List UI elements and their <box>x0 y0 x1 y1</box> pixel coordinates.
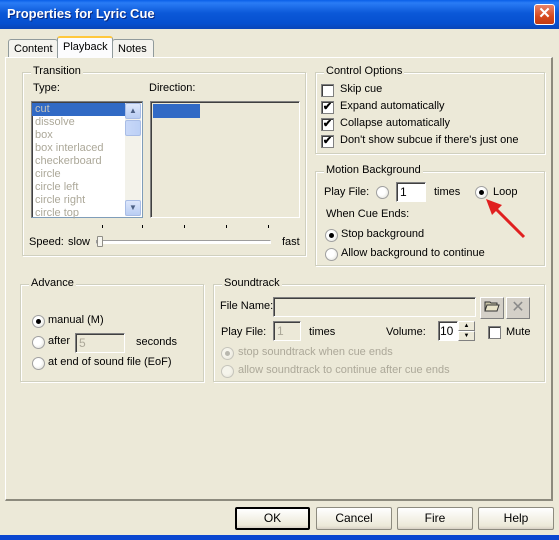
file-name-field[interactable] <box>273 297 476 317</box>
allow-soundtrack-label: allow soundtrack to continue after cue e… <box>238 364 450 376</box>
type-list-scrollbar[interactable]: ▲ ▼ <box>125 103 141 216</box>
cancel-button[interactable]: Cancel <box>316 507 392 530</box>
scroll-thumb[interactable] <box>125 120 141 136</box>
speed-slider-thumb[interactable] <box>97 236 103 247</box>
after-radio[interactable] <box>32 336 45 349</box>
times-field[interactable]: 1 <box>396 182 426 202</box>
scroll-down-button[interactable]: ▼ <box>125 200 141 216</box>
allow-background-label: Allow background to continue <box>341 247 485 259</box>
tab-label: Content <box>14 43 53 55</box>
play-file-label: Play File: <box>324 186 370 198</box>
scroll-up-button[interactable]: ▲ <box>125 103 141 119</box>
speed-tick <box>184 225 185 228</box>
times-label: times <box>434 186 461 198</box>
speed-tick <box>142 225 143 228</box>
dont-show-subcue-checkbox[interactable]: ✔ <box>321 135 334 148</box>
motion-background-title: Motion Background <box>324 164 423 176</box>
help-button[interactable]: Help <box>478 507 554 530</box>
end-of-sound-file-radio[interactable] <box>32 357 45 370</box>
type-label: Type: <box>33 82 60 94</box>
mute-checkbox[interactable] <box>488 326 501 339</box>
seconds-field[interactable]: 5 <box>75 333 125 353</box>
ok-button[interactable]: OK <box>235 507 310 530</box>
volume-field[interactable]: 10 <box>438 321 458 341</box>
transition-title: Transition <box>31 65 83 77</box>
speed-tick <box>226 225 227 228</box>
soundtrack-times-label: times <box>309 326 336 338</box>
close-icon: ✕ <box>538 5 551 22</box>
skip-cue-checkbox[interactable] <box>321 84 334 97</box>
advance-title: Advance <box>29 277 76 289</box>
tab-playback[interactable]: Playback <box>57 36 113 58</box>
annotation-arrow-icon <box>486 199 526 239</box>
play-times-radio[interactable] <box>376 186 389 199</box>
skip-cue-label: Skip cue <box>340 83 383 95</box>
mute-label: Mute <box>506 326 531 338</box>
end-of-sound-file-label: at end of sound file (EoF) <box>48 356 172 368</box>
stop-soundtrack-label: stop soundtrack when cue ends <box>238 346 393 358</box>
speed-slow-label: slow <box>68 236 91 248</box>
stop-background-radio[interactable] <box>325 229 338 242</box>
clear-file-button[interactable]: ✕ <box>506 297 530 319</box>
window-title: Properties for Lyric Cue <box>7 6 155 21</box>
after-label: after <box>48 335 71 347</box>
control-options-title: Control Options <box>324 65 405 77</box>
collapse-automatically-label: Collapse automatically <box>340 117 451 129</box>
volume-up-button[interactable]: ▲ <box>458 321 475 331</box>
speed-tick <box>102 225 103 228</box>
speed-slider[interactable] <box>96 240 271 244</box>
dont-show-subcue-label: Don't show subcue if there's just one <box>340 134 519 146</box>
collapse-automatically-checkbox[interactable]: ✔ <box>321 118 334 131</box>
expand-automatically-label: Expand automatically <box>340 100 445 112</box>
soundtrack-play-file-label: Play File: <box>221 326 267 338</box>
tab-label: Notes <box>118 43 147 55</box>
clear-icon: ✕ <box>511 299 525 316</box>
soundtrack-title: Soundtrack <box>222 277 282 289</box>
volume-down-button[interactable]: ▼ <box>458 331 475 341</box>
stop-soundtrack-radio[interactable] <box>221 347 234 360</box>
tab-notes[interactable]: Notes <box>112 39 154 59</box>
seconds-label: seconds <box>136 336 177 348</box>
speed-tick <box>268 225 269 228</box>
soundtrack-times-field[interactable]: 1 <box>273 321 301 341</box>
when-cue-ends-label: When Cue Ends: <box>326 208 410 220</box>
expand-automatically-checkbox[interactable]: ✔ <box>321 101 334 114</box>
manual-radio[interactable] <box>32 315 45 328</box>
speed-label: Speed: <box>29 236 64 248</box>
chevron-down-icon: ▼ <box>129 203 137 212</box>
open-file-button[interactable] <box>480 297 504 319</box>
tab-content[interactable]: Content <box>8 39 58 59</box>
chevron-up-icon: ▲ <box>129 106 137 115</box>
speed-fast-label: fast <box>282 236 300 248</box>
close-button[interactable]: ✕ <box>534 4 555 25</box>
volume-spinner[interactable]: ▲ ▼ <box>458 321 475 341</box>
file-name-label: File Name: <box>220 300 274 312</box>
list-item[interactable]: cut <box>32 103 125 116</box>
title-bar[interactable]: Properties for Lyric Cue ✕ <box>0 0 559 29</box>
direction-label: Direction: <box>149 82 196 94</box>
manual-label: manual (M) <box>48 314 104 326</box>
allow-soundtrack-radio[interactable] <box>221 365 234 378</box>
tab-label: Playback <box>63 41 108 53</box>
transition-type-list[interactable]: cut dissolve box box interlaced checkerb… <box>31 101 143 219</box>
window-bottom-border <box>0 535 559 540</box>
allow-background-radio[interactable] <box>325 248 338 261</box>
fire-button[interactable]: Fire <box>397 507 473 530</box>
folder-open-icon <box>484 301 500 312</box>
stop-background-label: Stop background <box>341 228 425 240</box>
volume-label: Volume: <box>386 326 426 338</box>
direction-selected-item[interactable] <box>153 104 200 118</box>
direction-list[interactable] <box>150 101 300 218</box>
